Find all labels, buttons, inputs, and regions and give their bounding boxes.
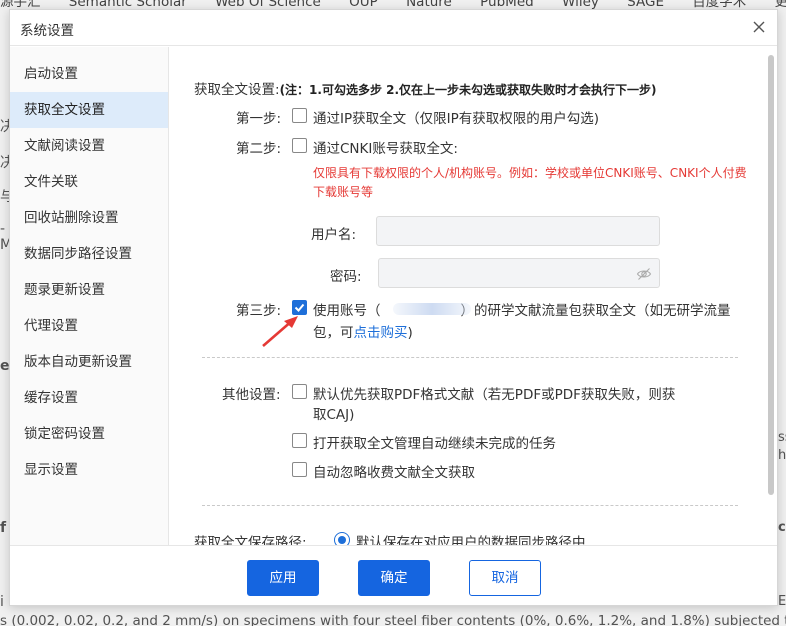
prefer-pdf-label-line2: 取CAJ) <box>313 407 355 423</box>
step2-checkbox[interactable] <box>292 138 307 153</box>
step2-label: 第二步: <box>236 141 282 157</box>
sidebar-item-file-association[interactable]: 文件关联 <box>10 164 168 200</box>
ignore-paid-label[interactable]: 自动忽略收费文献全文获取 <box>313 461 475 481</box>
apply-button[interactable]: 应用 <box>247 560 319 596</box>
step2-warning-line1: 仅限具有下载权限的个人/机构账号。例如：学校或单位CNKI账号、CNKI个人付费 <box>313 166 747 180</box>
annotation-arrow-icon <box>262 316 298 347</box>
sidebar-item-cache[interactable]: 缓存设置 <box>10 380 168 416</box>
sidebar-item-recycle-bin[interactable]: 回收站删除设置 <box>10 200 168 236</box>
save-path-default-radio[interactable] <box>334 532 350 545</box>
username-label: 用户名: <box>311 227 357 243</box>
ignore-paid-checkbox[interactable] <box>292 462 307 477</box>
sidebar-item-startup[interactable]: 启动设置 <box>10 56 168 92</box>
cancel-button[interactable]: 取消 <box>469 560 541 596</box>
sidebar-item-reading[interactable]: 文献阅读设置 <box>10 128 168 164</box>
auto-resume-checkbox[interactable] <box>292 433 307 448</box>
step3-line2-prefix: 包，可 <box>313 325 354 341</box>
save-path-default-label[interactable]: 默认保存在对应用户的数据同步路径中 <box>356 531 586 545</box>
step1-checkbox[interactable] <box>292 108 307 123</box>
prefer-pdf-label-line1[interactable]: 默认优先获取PDF格式文献（若无PDF或PDF获取失败，则获 <box>313 383 675 403</box>
step3-text-prefix: 使用账号（ <box>313 303 381 319</box>
settings-sidebar: 启动设置 获取全文设置 文献阅读设置 文件关联 回收站删除设置 数据同步路径设置… <box>10 47 169 545</box>
password-label: 密码: <box>330 269 362 285</box>
sidebar-item-auto-update[interactable]: 版本自动更新设置 <box>10 344 168 380</box>
prefer-pdf-checkbox[interactable] <box>292 384 307 399</box>
settings-dialog: 系统设置 启动设置 获取全文设置 文献阅读设置 文件关联 回收站删除设置 数据同… <box>9 9 778 606</box>
fulltext-note: (注：1.可勾选多步 2.仅在上一步未勾选或获取失败时才会执行下一步) <box>279 83 657 97</box>
close-icon <box>753 21 765 33</box>
password-input[interactable] <box>378 258 660 288</box>
other-settings-label: 其他设置: <box>222 387 281 403</box>
checkmark-icon <box>294 303 305 312</box>
section-divider <box>202 505 738 506</box>
auto-resume-label[interactable]: 打开获取全文管理自动继续未完成的任务 <box>313 432 556 452</box>
section-divider <box>202 357 738 358</box>
step2-warning-line2: 下载账号等 <box>313 185 374 199</box>
sidebar-item-sync-path[interactable]: 数据同步路径设置 <box>10 236 168 272</box>
dialog-footer: 应用 确定 取消 <box>10 545 777 605</box>
sidebar-item-lock-password[interactable]: 锁定密码设置 <box>10 416 168 452</box>
step1-option-label[interactable]: 通过IP获取全文（仅限IP有获取权限的用户勾选) <box>313 107 599 127</box>
step3-line2-suffix: ) <box>407 325 413 341</box>
username-input[interactable] <box>376 216 660 246</box>
sidebar-item-display[interactable]: 显示设置 <box>10 452 168 488</box>
step1-label: 第一步: <box>236 111 282 127</box>
sidebar-item-proxy[interactable]: 代理设置 <box>10 308 168 344</box>
step3-option-line2: 包，可点击购买) <box>313 321 413 341</box>
close-button[interactable] <box>751 19 767 35</box>
fulltext-heading-text: 获取全文设置: <box>194 82 280 98</box>
ok-button[interactable]: 确定 <box>358 560 430 596</box>
sidebar-item-fulltext[interactable]: 获取全文设置 <box>10 92 168 128</box>
sidebar-item-citation-update[interactable]: 题录更新设置 <box>10 272 168 308</box>
save-path-label: 获取全文保存路径: <box>194 535 307 545</box>
fulltext-heading: 获取全文设置:(注：1.可勾选多步 2.仅在上一步未勾选或获取失败时才会执行下一… <box>194 78 657 98</box>
dialog-title: 系统设置 <box>20 23 74 39</box>
step3-option-line1[interactable]: 使用账号（ ）的研学文献流量包获取全文（如无研学流量 <box>313 299 731 319</box>
buy-link[interactable]: 点击购买 <box>354 325 408 341</box>
content-scrollbar[interactable] <box>768 55 774 495</box>
settings-content: 获取全文设置:(注：1.可勾选多步 2.仅在上一步未勾选或获取失败时才会执行下一… <box>170 47 777 545</box>
step2-option-label[interactable]: 通过CNKI账号获取全文: <box>313 137 458 157</box>
step3-text-suffix: ）的研学文献流量包获取全文（如无研学流量 <box>460 303 731 319</box>
eye-off-icon[interactable] <box>636 266 652 282</box>
account-blur-mask <box>393 303 471 315</box>
dialog-header: 系统设置 <box>10 10 777 46</box>
